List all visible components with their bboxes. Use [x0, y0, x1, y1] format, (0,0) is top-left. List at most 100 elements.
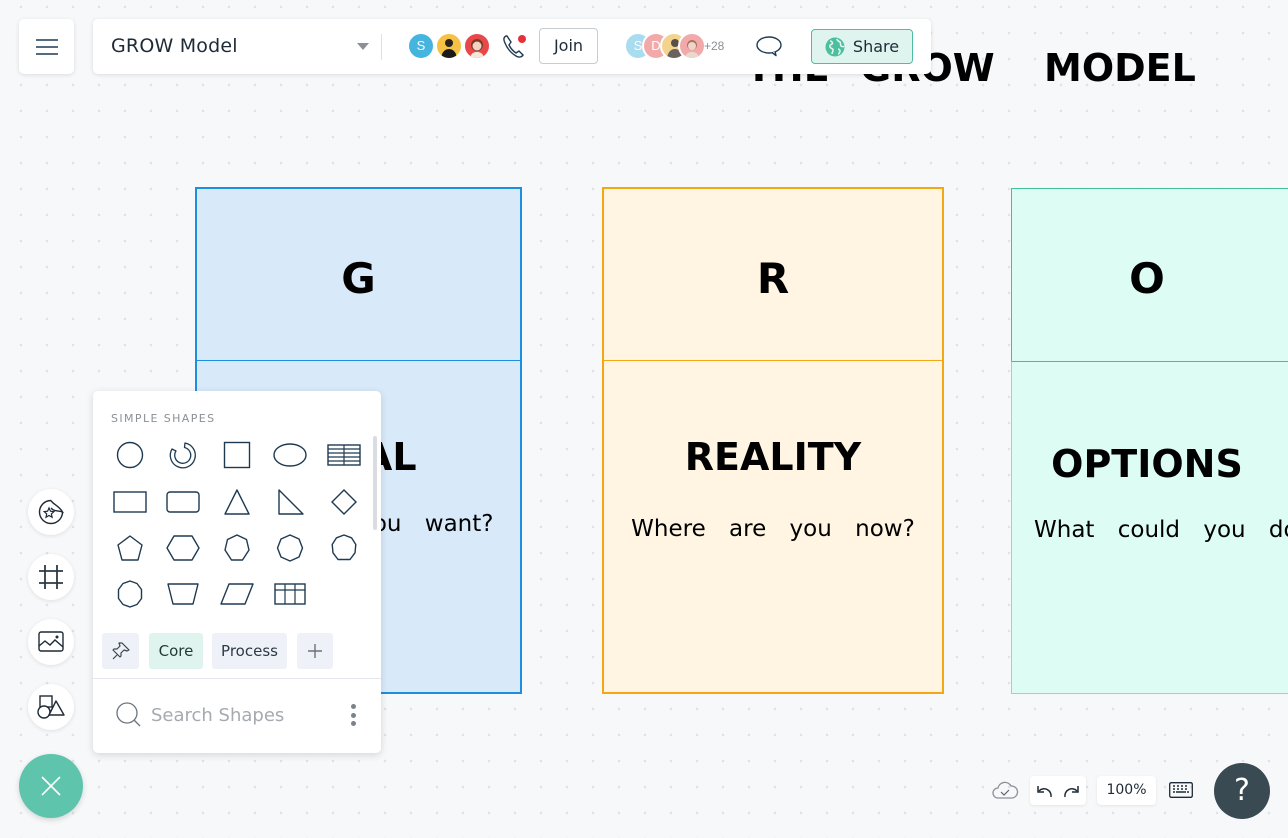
search-shapes-input[interactable] — [151, 704, 351, 726]
tab-process[interactable]: Process — [212, 633, 287, 669]
pin-library-button[interactable] — [102, 633, 139, 669]
sticker-tool-button[interactable] — [28, 489, 74, 535]
shape-decagon[interactable] — [110, 576, 150, 612]
shapes-section-title: SIMPLE SHAPES — [111, 412, 216, 425]
join-call-button[interactable]: Join — [539, 28, 598, 64]
viewer-avatar[interactable] — [678, 32, 706, 60]
hamburger-icon — [35, 38, 58, 55]
cloud-saved-icon — [992, 781, 1019, 799]
shape-pentagon[interactable] — [110, 530, 150, 566]
rounded-rectangle-shape-icon — [166, 491, 200, 513]
image-icon — [38, 631, 64, 652]
shape-nonagon[interactable] — [324, 530, 364, 566]
ellipse-shape-icon — [273, 443, 307, 467]
shape-rectangle[interactable] — [110, 484, 150, 520]
add-library-button[interactable] — [297, 633, 333, 669]
shape-square[interactable] — [217, 437, 257, 473]
divider — [93, 678, 381, 679]
square-shape-icon — [223, 441, 251, 469]
decagon-shape-icon — [117, 580, 143, 608]
trapezoid-shape-icon — [167, 583, 199, 605]
main-menu-button[interactable] — [19, 19, 74, 74]
shape-table-rows[interactable] — [324, 437, 364, 473]
heptagon-shape-icon — [224, 534, 250, 561]
shape-octagon[interactable] — [270, 530, 310, 566]
more-options-icon[interactable] — [348, 704, 358, 730]
frame-icon — [39, 565, 63, 589]
grow-card-reality[interactable]: R REALITY Where are you now? — [602, 187, 944, 694]
nonagon-shape-icon — [331, 534, 357, 561]
zoom-level[interactable]: 100% — [1097, 776, 1156, 805]
shapes-icon — [37, 695, 65, 719]
pentagon-shape-icon — [117, 535, 143, 561]
diamond-shape-icon — [331, 489, 357, 515]
close-toolbar-button[interactable] — [19, 754, 83, 818]
keyboard-shortcuts-icon[interactable] — [1169, 782, 1193, 798]
viewers-more-count[interactable]: +28 — [704, 39, 724, 53]
call-icon[interactable] — [501, 32, 531, 62]
plus-icon — [308, 644, 322, 658]
card-subtitle: Where are you now? — [631, 516, 915, 542]
title-dropdown-icon[interactable] — [357, 43, 369, 50]
shape-diamond[interactable] — [324, 484, 364, 520]
card-subtitle: What could you do? — [1034, 517, 1288, 543]
card-description-box[interactable]: REALITY Where are you now? — [602, 360, 944, 694]
close-icon — [41, 776, 61, 796]
card-letter-box[interactable]: G — [195, 187, 522, 362]
shape-trapezoid[interactable] — [163, 576, 203, 612]
image-tool-button[interactable] — [28, 619, 74, 665]
globe-icon — [825, 37, 845, 56]
share-button[interactable]: Share — [811, 29, 913, 64]
shape-search — [115, 701, 351, 729]
redo-icon[interactable] — [1061, 782, 1081, 800]
card-letter: O — [1129, 254, 1165, 303]
card-letter: G — [341, 254, 376, 303]
shape-triangle[interactable] — [217, 484, 257, 520]
board-title-word: MODEL — [1044, 46, 1196, 90]
help-button[interactable]: ? — [1214, 763, 1270, 819]
person-photo-icon — [685, 40, 699, 58]
card-letter-box[interactable]: R — [602, 187, 944, 362]
donut-shape-icon — [169, 442, 196, 469]
collaborator-avatar[interactable]: S — [407, 32, 435, 60]
sticker-star-icon — [38, 499, 64, 525]
person-photo-icon — [470, 39, 484, 58]
circle-shape-icon — [116, 441, 144, 469]
table-grid-icon — [274, 583, 306, 605]
shapes-panel: SIMPLE SHAPES Core Process Search Shapes — [93, 391, 381, 753]
shape-rounded-rectangle[interactable] — [163, 484, 203, 520]
comment-icon[interactable] — [755, 34, 785, 60]
divider — [381, 34, 382, 60]
undo-redo-group — [1030, 776, 1086, 805]
rectangle-shape-icon — [113, 491, 147, 513]
card-heading: REALITY — [684, 435, 862, 479]
shape-right-triangle[interactable] — [270, 484, 310, 520]
document-title[interactable]: GROW Model — [111, 35, 238, 57]
card-description-box[interactable]: OPTIONS What could you do? — [1011, 361, 1288, 694]
card-letter-box[interactable]: O — [1011, 188, 1288, 362]
shape-donut[interactable] — [163, 437, 203, 473]
octagon-shape-icon — [276, 534, 304, 562]
person-photo-icon — [441, 39, 457, 58]
search-icon — [116, 702, 141, 727]
tab-core[interactable]: Core — [149, 633, 203, 669]
undo-icon[interactable] — [1035, 782, 1055, 800]
share-label: Share — [852, 37, 900, 56]
shape-hexagon[interactable] — [163, 530, 203, 566]
panel-scrollbar[interactable] — [373, 436, 377, 530]
shape-heptagon[interactable] — [217, 530, 257, 566]
parallelogram-shape-icon — [220, 583, 254, 605]
frame-tool-button[interactable] — [28, 554, 74, 600]
shape-table-grid[interactable] — [270, 576, 310, 612]
card-letter: R — [756, 254, 790, 303]
shape-ellipse[interactable] — [270, 437, 310, 473]
grow-card-options[interactable]: O OPTIONS What could you do? — [1011, 188, 1288, 694]
triangle-shape-icon — [224, 489, 250, 515]
table-rows-icon — [327, 444, 361, 466]
shapes-tool-button[interactable] — [28, 684, 74, 730]
shape-parallelogram[interactable] — [217, 576, 257, 612]
shape-circle[interactable] — [110, 437, 150, 473]
collaborator-avatar[interactable] — [463, 32, 491, 60]
collaborator-avatar[interactable] — [435, 32, 463, 60]
card-heading: OPTIONS — [1051, 442, 1243, 486]
